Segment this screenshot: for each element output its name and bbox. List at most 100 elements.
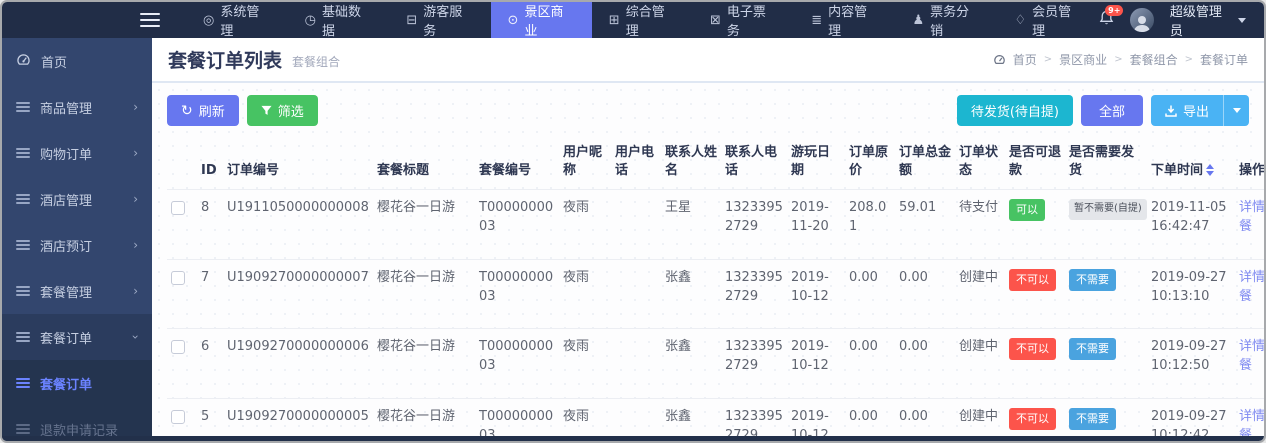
filter-button[interactable]: 筛选 xyxy=(246,95,318,126)
sort-icon[interactable] xyxy=(1206,164,1215,177)
list-icon xyxy=(16,424,30,434)
sidebar-item-hotel-booking[interactable]: 酒店预订 › xyxy=(2,222,152,268)
sidebar-item-label: 商品管理 xyxy=(40,101,93,117)
list-icon xyxy=(16,194,30,204)
cell-package-number: T0000000003 xyxy=(475,398,559,441)
toolbar-right: 待发货(待自提) 全部 导出 xyxy=(956,95,1249,126)
nav-item-label: 系统管理 xyxy=(220,5,260,39)
nav-item-visitor-service[interactable]: ⊟ 游客服务 xyxy=(389,2,490,39)
hamburger-menu-icon[interactable] xyxy=(140,13,160,27)
sidebar-item-shopping-orders[interactable]: 购物订单 › xyxy=(2,130,152,176)
row-checkbox[interactable] xyxy=(171,201,185,216)
breadcrumb-package-orders[interactable]: 套餐订单 xyxy=(1200,51,1248,68)
row-checkbox[interactable] xyxy=(171,270,185,285)
dashboard-gauge-icon xyxy=(16,53,31,70)
nav-item-scenic-commerce[interactable]: ⊙ 景区商业 xyxy=(490,2,592,39)
cell-order-time: 2019-11-05 16:42:47 xyxy=(1147,189,1235,260)
breadcrumb-separator: > xyxy=(1114,54,1123,65)
cell-order-status: 创建中 xyxy=(955,258,1005,329)
user-dropdown[interactable]: 超级管理员 xyxy=(1170,2,1246,39)
table-row: 5 U1909270000000005 樱花谷一日游 T0000000003 夜… xyxy=(167,398,1264,441)
cell-play-date: 2019-11-20 xyxy=(787,189,845,260)
detail-link[interactable]: 详情 xyxy=(1239,409,1264,424)
refresh-button[interactable]: ↻ 刷新 xyxy=(167,95,239,126)
chevron-down-icon: › xyxy=(128,334,143,340)
column-header: 是否可退款 xyxy=(1009,145,1062,178)
cell-package-number: T0000000003 xyxy=(475,328,559,399)
cell-order-status: 待支付 xyxy=(955,189,1005,260)
orders-table: ID 订单编号 套餐标题 套餐编号 用户昵称 用户电话 联系人姓名 联系人电话 游玩日期 订单原价… xyxy=(167,138,1264,441)
list-icon xyxy=(16,378,30,388)
refresh-label: 刷新 xyxy=(198,105,225,120)
breadcrumb-package-group[interactable]: 套餐组合 xyxy=(1130,51,1178,68)
nav-item-e-ticketing[interactable]: ⊠ 电子票务 xyxy=(693,2,794,39)
column-header: 用户电话 xyxy=(615,145,655,178)
detail-link[interactable]: 详情 xyxy=(1239,339,1264,354)
breadcrumb-home[interactable]: 首页 xyxy=(1013,51,1037,68)
table-row: 7 U1909270000000007 樱花谷一日游 T0000000003 夜… xyxy=(167,258,1264,329)
pending-shipment-button[interactable]: 待发货(待自提) xyxy=(956,95,1073,126)
cell-total-amount: 0.00 xyxy=(895,258,955,329)
nav-item-label: 游客服务 xyxy=(423,5,463,39)
clock-icon: ◷ xyxy=(304,12,316,28)
cell-order-number: U1911050000000008 xyxy=(223,189,373,260)
cell-total-amount: 0.00 xyxy=(895,328,955,399)
notification-badge: 9+ xyxy=(1105,5,1124,16)
sidebar-item-package-management[interactable]: 套餐管理 › xyxy=(2,268,152,314)
sidebar-item-label: 酒店预订 xyxy=(40,239,93,255)
cell-user-phone xyxy=(611,258,661,329)
row-checkbox[interactable] xyxy=(171,410,185,425)
nav-item-label: 基础数据 xyxy=(322,5,362,39)
document-icon: ≣ xyxy=(811,12,823,28)
column-header[interactable]: 下单时间 xyxy=(1147,138,1235,190)
toolbar: ↻ 刷新 筛选 待发货(待自提) 全部 导出 xyxy=(167,95,1249,126)
refundable-badge: 不可以 xyxy=(1009,268,1056,291)
all-button[interactable]: 全部 xyxy=(1080,95,1143,126)
breadcrumb-separator: > xyxy=(1043,54,1053,65)
cell-original-price: 0.00 xyxy=(845,328,895,399)
nav-item-label: 会员管理 xyxy=(1032,5,1072,39)
detail-link[interactable]: 详情 xyxy=(1239,270,1264,285)
nav-item-system-management[interactable]: ◎ 系统管理 xyxy=(186,2,288,39)
sidebar-item-label: 套餐订单 xyxy=(40,331,93,347)
cell-original-price: 0.00 xyxy=(845,398,895,441)
bottom-edge xyxy=(2,436,1264,441)
nav-item-comprehensive-management[interactable]: ⊞ 综合管理 xyxy=(592,2,693,39)
chevron-down-icon xyxy=(1232,108,1241,113)
sidebar-item-goods-management[interactable]: 商品管理 › xyxy=(2,84,152,130)
cell-contact-name: 张鑫 xyxy=(661,258,721,329)
table-header-row: ID 订单编号 套餐标题 套餐编号 用户昵称 用户电话 联系人姓名 联系人电话 游玩日期 订单原价… xyxy=(167,138,1264,190)
avatar[interactable] xyxy=(1130,8,1154,32)
sidebar-item-home[interactable]: 首页 xyxy=(2,38,152,84)
sidebar-item-package-orders[interactable]: 套餐订单 xyxy=(2,360,152,406)
refundable-badge: 可以 xyxy=(1009,199,1045,222)
sidebar-item-hotel-management[interactable]: 酒店管理 › xyxy=(2,176,152,222)
row-checkbox[interactable] xyxy=(171,340,185,355)
column-header: 套餐编号 xyxy=(479,162,532,178)
cell-id: 5 xyxy=(197,398,223,441)
cell-package-title: 樱花谷一日游 xyxy=(373,189,475,260)
sidebar-item-label: 购物订单 xyxy=(40,147,93,163)
window-icon: ⊟ xyxy=(406,12,418,28)
sidebar-group-package-orders[interactable]: 套餐订单 › xyxy=(2,314,152,360)
page-subtitle: 套餐组合 xyxy=(292,55,341,69)
cell-contact-phone: 13233952729 xyxy=(721,258,787,329)
export-dropdown-caret[interactable] xyxy=(1223,95,1249,126)
export-button[interactable]: 导出 xyxy=(1150,95,1223,126)
home-gauge-icon xyxy=(993,52,1006,68)
chevron-right-icon: › xyxy=(133,100,138,114)
detail-link[interactable]: 详情 xyxy=(1239,200,1264,215)
column-header: 用户昵称 xyxy=(563,145,603,178)
breadcrumb-scenic-commerce[interactable]: 景区商业 xyxy=(1059,51,1107,68)
nav-item-member-management[interactable]: ♢ 会员管理 xyxy=(997,2,1099,39)
chevron-right-icon: › xyxy=(133,238,138,252)
cell-user-nickname: 夜雨 xyxy=(559,189,611,260)
cell-package-number: T0000000003 xyxy=(475,189,559,260)
notification-bell[interactable]: 9+ xyxy=(1099,5,1124,30)
badge-icon: ♢ xyxy=(1014,12,1027,28)
nav-item-basic-data[interactable]: ◷ 基础数据 xyxy=(288,2,390,39)
cell-play-date: 2019-10-12 xyxy=(787,258,845,329)
nav-item-ticket-distribution[interactable]: ♟ 票务分销 xyxy=(895,2,997,39)
nav-item-content-management[interactable]: ≣ 内容管理 xyxy=(794,2,895,39)
cell-user-phone xyxy=(611,189,661,260)
